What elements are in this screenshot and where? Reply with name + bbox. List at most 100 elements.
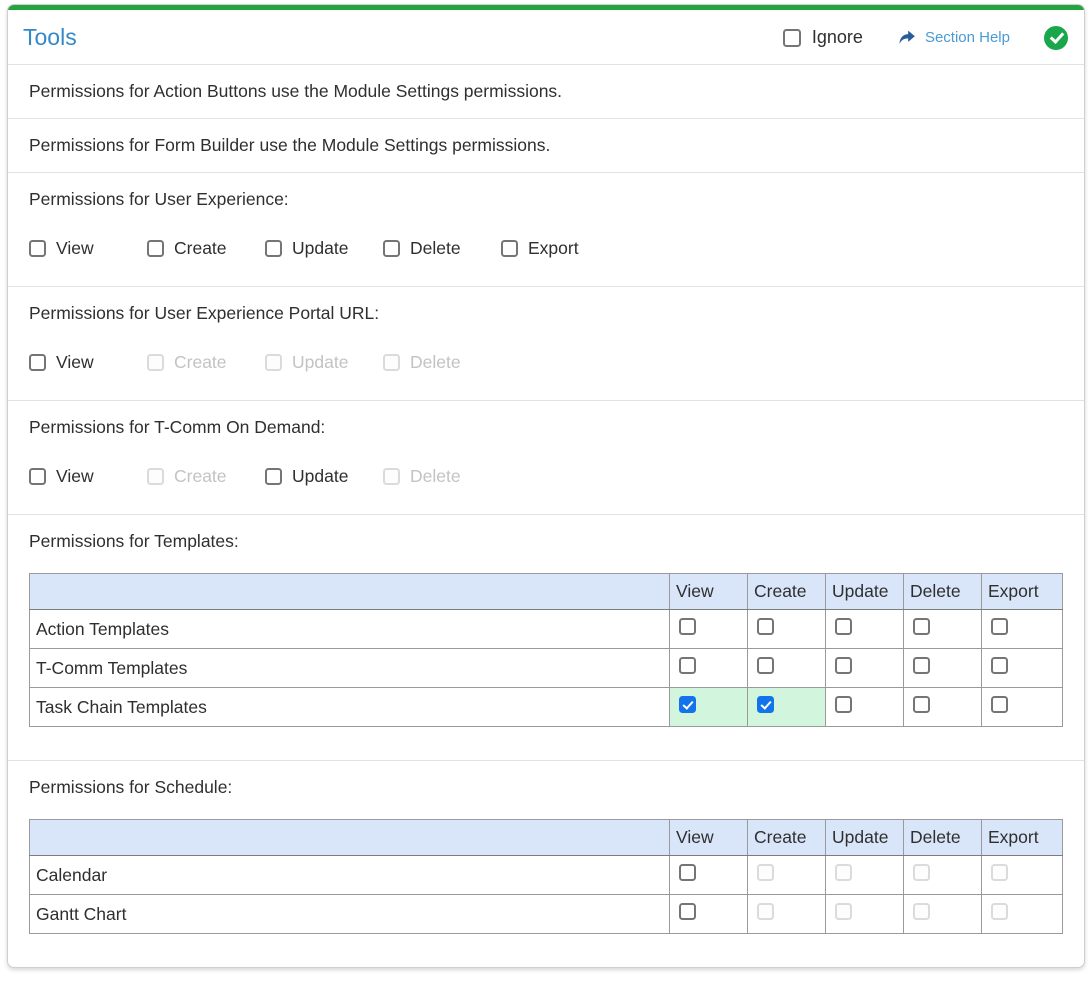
permission-checkbox-group[interactable]: Update (265, 466, 383, 487)
permission-checkbox-group[interactable]: View (29, 238, 147, 259)
permission-table-section: Permissions for Templates: ViewCreateUpda… (8, 515, 1084, 761)
section-heading: Permissions for Templates: (29, 530, 1063, 553)
row-label: Task Chain Templates (30, 688, 670, 727)
permission-checkbox-update[interactable] (835, 618, 852, 635)
permission-section: Permissions for User Experience:ViewCrea… (8, 173, 1084, 287)
permission-checkbox-update (835, 903, 852, 920)
ignore-checkbox[interactable] (783, 29, 801, 47)
permission-checkbox-view[interactable] (679, 696, 696, 713)
column-header-create: Create (748, 820, 826, 856)
column-header-delete: Delete (904, 574, 982, 610)
permission-checkbox-group[interactable]: Update (265, 238, 383, 259)
permission-checkbox-group[interactable]: Create (147, 238, 265, 259)
checkbox-row: ViewCreate Update Delete (29, 466, 1063, 487)
permission-label: Update (292, 466, 348, 487)
column-header-delete: Delete (904, 820, 982, 856)
permission-cell-export (982, 649, 1063, 688)
permission-checkbox-group: Delete (383, 352, 501, 373)
table-body: CalendarGantt Chart (30, 856, 1063, 934)
permission-checkbox-delete[interactable] (383, 240, 400, 257)
permission-section: Permissions for User Experience Portal U… (8, 287, 1084, 401)
permission-checkbox-export[interactable] (991, 657, 1008, 674)
column-header-update: Update (826, 574, 904, 610)
permission-cell-delete (904, 610, 982, 649)
permission-checkbox-view[interactable] (679, 657, 696, 674)
permission-label: Export (528, 238, 579, 259)
note-text: Permissions for Action Buttons use the M… (29, 80, 1063, 103)
permission-checkbox-group: Create (147, 466, 265, 487)
permission-checkbox-export[interactable] (501, 240, 518, 257)
permission-section: Permissions for T-Comm On Demand: ViewCre… (8, 401, 1084, 515)
permission-checkbox-group[interactable]: Delete (383, 238, 501, 259)
permission-checkbox-view[interactable] (29, 354, 46, 371)
table-header: ViewCreateUpdateDeleteExport (30, 574, 1063, 610)
permission-checkbox-export (991, 864, 1008, 881)
permission-cell-update (826, 688, 904, 727)
permission-checkbox-view[interactable] (679, 618, 696, 635)
permission-checkbox-export[interactable] (991, 618, 1008, 635)
permission-checkbox-view[interactable] (679, 903, 696, 920)
permission-cell-delete (904, 649, 982, 688)
permission-checkbox-view[interactable] (29, 240, 46, 257)
permission-checkbox-delete[interactable] (913, 657, 930, 674)
table-header: ViewCreateUpdateDeleteExport (30, 820, 1063, 856)
table-row: Action Templates (30, 610, 1063, 649)
header-controls: Ignore Section Help (783, 26, 1068, 50)
permission-cell-view (670, 688, 748, 727)
permission-cell-delete (904, 895, 982, 934)
table-row: Calendar (30, 856, 1063, 895)
note-text: Permissions for Form Builder use the Mod… (29, 134, 1063, 157)
permission-checkbox-create[interactable] (757, 618, 774, 635)
permission-checkbox-create (757, 903, 774, 920)
row-label: Calendar (30, 856, 670, 895)
permission-checkbox-delete[interactable] (913, 696, 930, 713)
table-header-spacer-cell (30, 574, 670, 610)
permission-checkbox-group[interactable]: View (29, 352, 147, 373)
forward-arrow-icon (897, 28, 917, 48)
table-header-spacer-cell (30, 820, 670, 856)
permission-checkbox-group[interactable]: View (29, 466, 147, 487)
permission-checkbox-create[interactable] (757, 696, 774, 713)
page-title: Tools (23, 24, 783, 51)
permission-cell-view (670, 895, 748, 934)
tools-section-card: Tools Ignore Section Help Permissions fo… (7, 4, 1085, 968)
permission-checkbox-update[interactable] (835, 657, 852, 674)
table-row: Task Chain Templates (30, 688, 1063, 727)
permission-cell-export (982, 610, 1063, 649)
permission-label: View (56, 238, 94, 259)
permission-checkbox-create[interactable] (147, 240, 164, 257)
section-heading: Permissions for Schedule: (29, 776, 1063, 799)
permission-checkbox-update (265, 354, 282, 371)
permission-label: View (56, 352, 94, 373)
permission-checkbox-view[interactable] (679, 864, 696, 881)
table-header-row: ViewCreateUpdateDeleteExport (30, 574, 1063, 610)
permission-checkbox-create (147, 468, 164, 485)
permission-checkbox-export[interactable] (991, 696, 1008, 713)
permission-cell-export (982, 856, 1063, 895)
permissions-table: ViewCreateUpdateDeleteExportCalendarGant… (29, 819, 1063, 934)
permission-cell-view (670, 610, 748, 649)
ignore-checkbox-group[interactable]: Ignore (783, 27, 863, 48)
permission-checkbox-group: Create (147, 352, 265, 373)
permission-checkbox-update (835, 864, 852, 881)
permission-checkbox-update[interactable] (835, 696, 852, 713)
permission-cell-update (826, 649, 904, 688)
permission-checkbox-update[interactable] (265, 468, 282, 485)
section-help-link[interactable]: Section Help (897, 28, 1010, 48)
permission-checkbox-view[interactable] (29, 468, 46, 485)
permission-cell-create (748, 688, 826, 727)
permission-checkbox-delete (383, 468, 400, 485)
section-heading: Permissions for T-Comm On Demand: (29, 416, 1063, 439)
permission-checkbox-group[interactable]: Export (501, 238, 619, 259)
row-label: T-Comm Templates (30, 649, 670, 688)
sections-container: Permissions for Action Buttons use the M… (8, 65, 1084, 967)
permission-checkbox-update[interactable] (265, 240, 282, 257)
permission-label: Delete (410, 466, 461, 487)
permission-cell-create (748, 649, 826, 688)
permission-checkbox-create (757, 864, 774, 881)
column-header-update: Update (826, 820, 904, 856)
column-header-view: View (670, 574, 748, 610)
permission-checkbox-delete[interactable] (913, 618, 930, 635)
section-header: Tools Ignore Section Help (8, 10, 1084, 65)
permission-checkbox-create[interactable] (757, 657, 774, 674)
